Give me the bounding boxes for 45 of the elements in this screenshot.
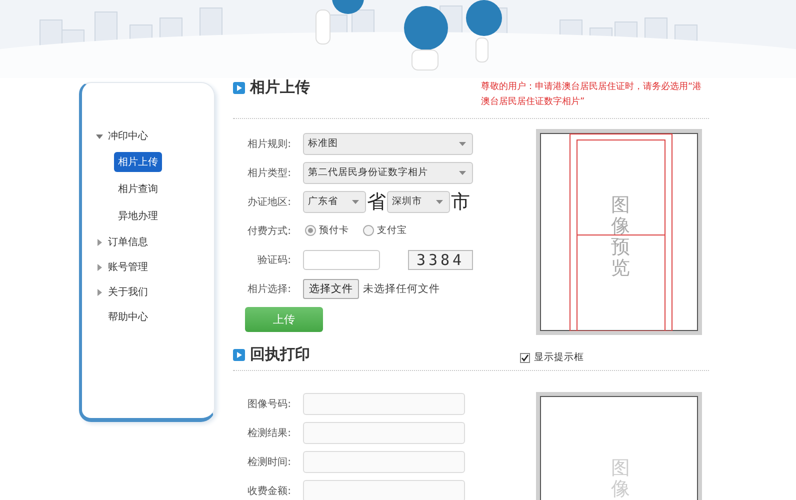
sidebar-item[interactable]: 冲印中心 bbox=[82, 127, 214, 145]
play-icon bbox=[233, 82, 245, 94]
dropdown[interactable]: 第二代居民身份证数字相片 bbox=[303, 162, 473, 184]
sidebar-item[interactable]: 账号管理 bbox=[82, 258, 214, 276]
sidebar-item[interactable]: 帮助中心 bbox=[82, 308, 214, 326]
input-field[interactable] bbox=[303, 250, 380, 270]
sidebar-subitem[interactable]: 异地办理 bbox=[114, 206, 162, 226]
dropdown-arrow-icon bbox=[352, 200, 359, 204]
dropdown-arrow-icon bbox=[459, 142, 466, 146]
section-title: 回执打印 bbox=[250, 345, 310, 364]
radio-option[interactable]: 预付卡 bbox=[305, 224, 349, 237]
field-label: 检测结果: bbox=[246, 426, 291, 440]
field-label: 相片类型: bbox=[246, 166, 291, 180]
input-field[interactable] bbox=[303, 480, 465, 500]
field-label: 图像号码: bbox=[246, 398, 291, 410]
choose-file-button[interactable]: 选择文件 bbox=[303, 278, 359, 298]
sidebar-item[interactable]: 订单信息 bbox=[82, 233, 214, 251]
field-label: 验证码: bbox=[256, 254, 291, 266]
section-title: 相片上传 bbox=[250, 78, 310, 97]
province-dropdown[interactable]: 广东省 bbox=[303, 190, 366, 212]
preview-caption: 图像预览 bbox=[611, 195, 630, 279]
unit-label: 市 bbox=[451, 190, 470, 214]
field-label: 检测时间: bbox=[246, 456, 291, 468]
field-label: 相片规则: bbox=[246, 138, 291, 150]
unit-label: 省 bbox=[367, 190, 386, 214]
play-icon bbox=[233, 348, 245, 360]
show-guides-checkbox[interactable]: 显示提示框 bbox=[520, 351, 584, 364]
field-label: 相片选择: bbox=[246, 282, 291, 296]
input-field[interactable] bbox=[303, 392, 465, 414]
input-field[interactable] bbox=[303, 422, 465, 444]
input-field[interactable] bbox=[303, 450, 465, 472]
field-label: 办证地区: bbox=[246, 196, 291, 208]
sidebar-subitem[interactable]: 相片查询 bbox=[114, 179, 162, 199]
dropdown[interactable]: 标准图 bbox=[303, 132, 473, 154]
radio-option[interactable]: 支付宝 bbox=[363, 224, 407, 237]
dropdown-arrow-icon bbox=[459, 170, 466, 174]
captcha-image: 3384 bbox=[408, 250, 473, 270]
dropdown-arrow-icon bbox=[436, 200, 443, 204]
sidebar-subitem[interactable]: 相片上传 bbox=[114, 152, 162, 172]
sidebar-item[interactable]: 关于我们 bbox=[82, 283, 214, 301]
field-label: 收费金额: bbox=[246, 484, 291, 498]
city-dropdown[interactable]: 深圳市 bbox=[387, 190, 450, 212]
notice-text: 尊敬的用户：申请港澳台居民居住证时，请务必选用“港澳台居民居住证数字相片” bbox=[481, 80, 703, 109]
file-status: 未选择任何文件 bbox=[363, 282, 440, 296]
field-label: 付费方式: bbox=[246, 224, 291, 238]
